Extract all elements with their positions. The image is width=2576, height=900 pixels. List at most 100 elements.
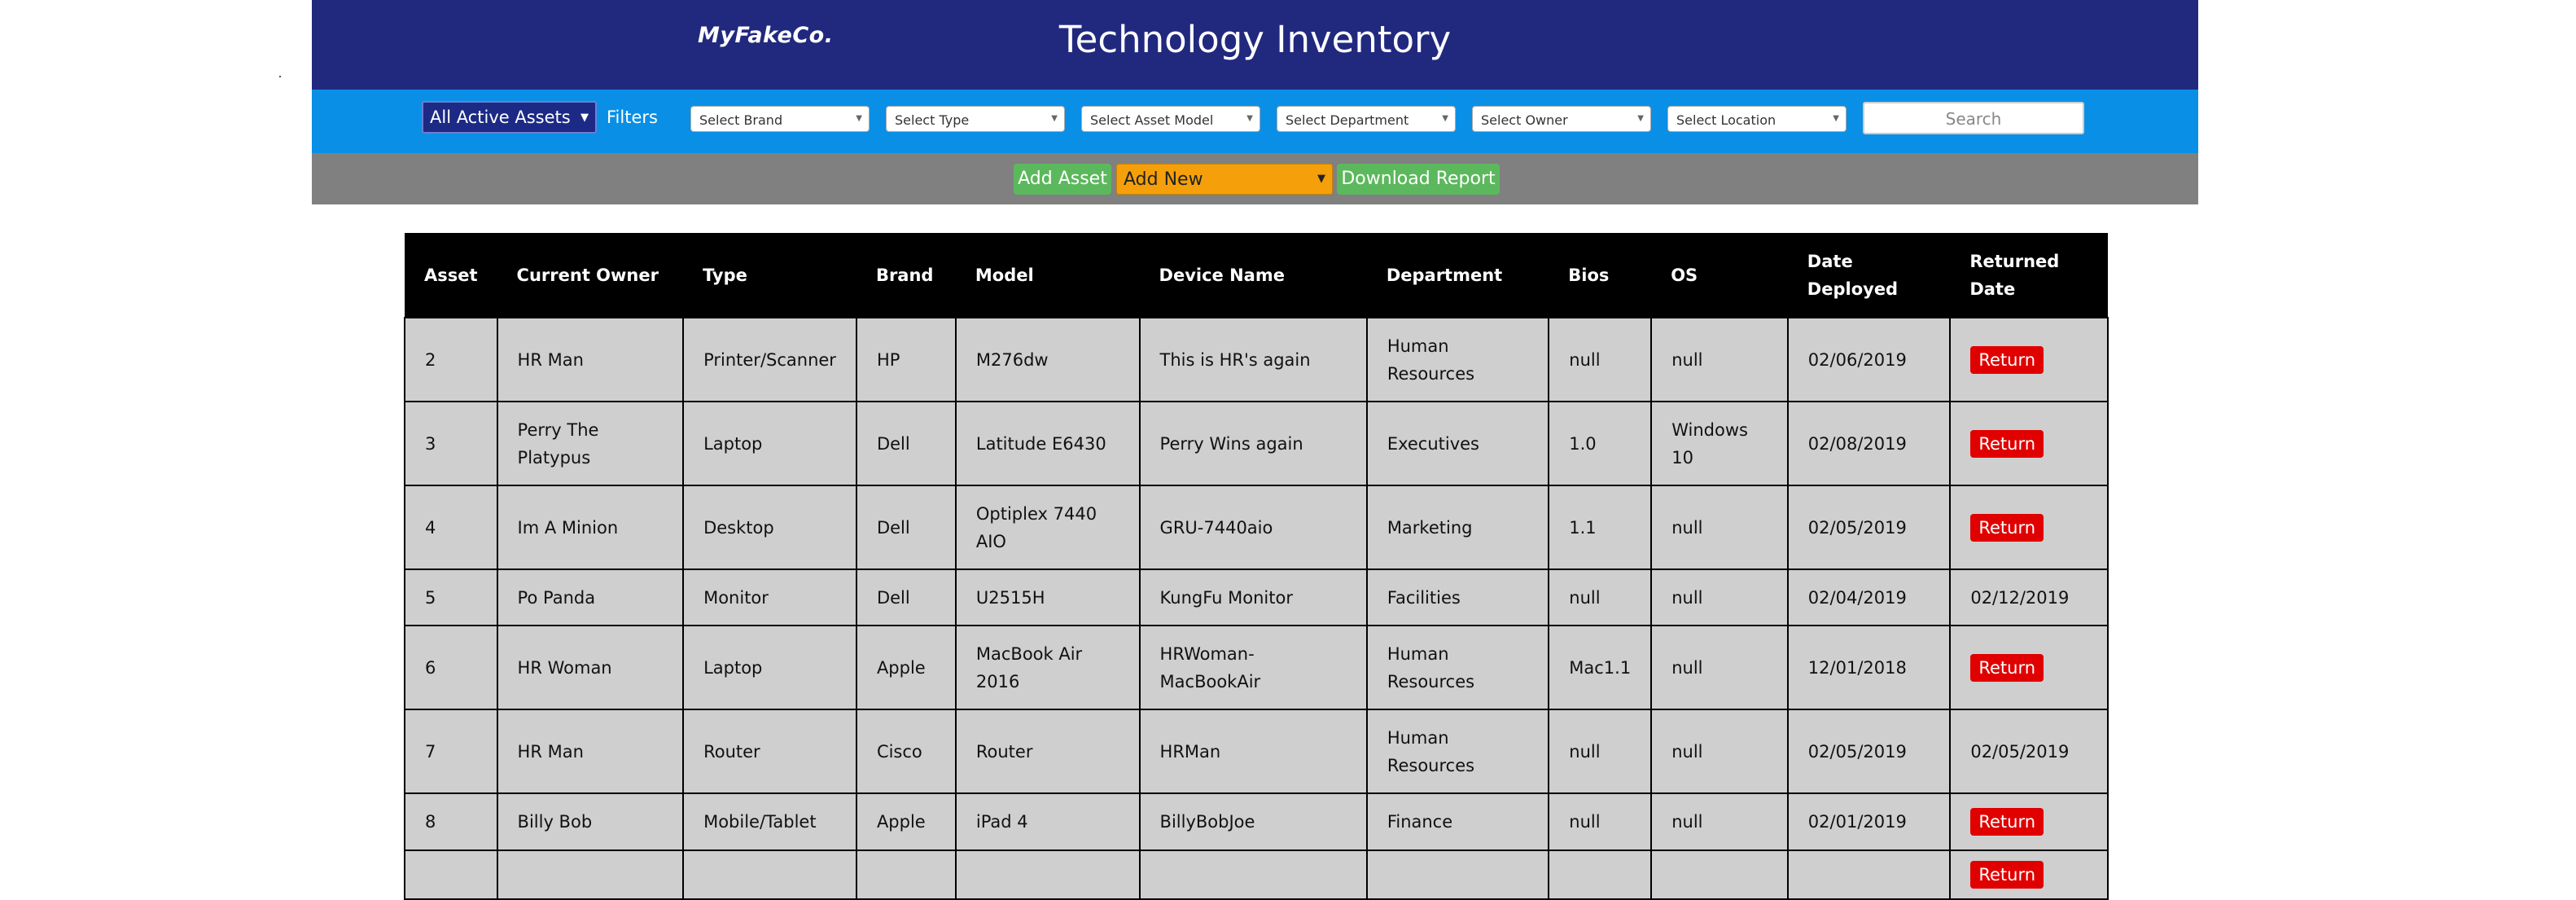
return-button[interactable]: Return <box>1970 808 2044 836</box>
action-bar: Add Asset Add New ▼ Download Report <box>312 153 2198 204</box>
cell-date-deployed: 02/01/2019 <box>1786 792 1952 851</box>
col-type: Type <box>683 233 856 318</box>
add-new-select[interactable]: Add New ▼ <box>1116 164 1333 195</box>
cell-returned-date: Return <box>1949 485 2109 570</box>
cell-brand: Apple <box>855 792 957 851</box>
type-select-value: Select Type <box>895 112 970 128</box>
cell-os: Windows 10 <box>1650 401 1789 486</box>
add-asset-button[interactable]: Add Asset <box>1014 164 1111 195</box>
asset-model-select[interactable]: Select Asset Model ▼ <box>1081 106 1260 132</box>
cell-date-deployed: 02/05/2019 <box>1786 485 1952 570</box>
cell-date-deployed: 02/04/2019 <box>1786 569 1952 626</box>
header: MyFakeCo. Technology Inventory <box>312 0 2198 90</box>
cell-type: Mobile/Tablet <box>682 792 857 851</box>
table-row: 8 Billy Bob Mobile/Tablet Apple iPad 4 BillyB… <box>404 792 2109 851</box>
cell-brand <box>855 850 957 900</box>
cell-device-name: HRMan <box>1138 709 1368 794</box>
cell-brand: Apple <box>855 625 957 710</box>
cell-owner: Im A Minion <box>496 485 685 570</box>
page: MyFakeCo. Technology Inventory All Activ… <box>312 0 2198 204</box>
cell-asset: 3 <box>404 401 498 486</box>
cell-owner: HR Man <box>496 317 685 402</box>
col-bios: Bios <box>1549 233 1652 318</box>
cell-returned-date: Return <box>1949 401 2109 486</box>
cell-brand: Dell <box>855 401 957 486</box>
filters-label: Filters <box>607 108 658 127</box>
brand-select-value: Select Brand <box>699 112 783 128</box>
cell-bios: 1.1 <box>1548 485 1653 570</box>
cell-department: Human Resources <box>1365 317 1550 402</box>
cell-returned-date: Return <box>1949 625 2109 710</box>
col-date-deployed: Date Deployed <box>1787 233 1951 318</box>
cell-model: iPad 4 <box>954 792 1141 851</box>
cell-date-deployed <box>1786 850 1952 900</box>
cell-bios: null <box>1548 569 1653 626</box>
cell-owner: Perry The Platypus <box>496 401 685 486</box>
cell-type: Router <box>682 709 857 794</box>
location-select-value: Select Location <box>1676 112 1776 128</box>
cell-os: null <box>1650 485 1789 570</box>
cell-owner: Billy Bob <box>496 792 685 851</box>
search-input[interactable]: Search <box>1863 102 2084 134</box>
cell-os: null <box>1650 792 1789 851</box>
cell-asset: 2 <box>404 317 498 402</box>
cell-model: M276dw <box>954 317 1141 402</box>
table-row: 6 HR Woman Laptop Apple MacBook Air 2016 HRWo… <box>404 625 2109 710</box>
col-current-owner: Current Owner <box>497 233 684 318</box>
page-title: Technology Inventory <box>1058 18 1452 61</box>
cell-department: Executives <box>1365 401 1550 486</box>
cell-model: Router <box>954 709 1141 794</box>
brand-select[interactable]: Select Brand ▼ <box>690 106 870 132</box>
add-new-value: Add New <box>1124 169 1203 190</box>
cell-returned-date: 02/05/2019 <box>1949 709 2109 794</box>
col-model: Model <box>955 233 1140 318</box>
cell-model: MacBook Air 2016 <box>954 625 1141 710</box>
cell-bios: null <box>1548 792 1653 851</box>
col-brand: Brand <box>856 233 956 318</box>
cell-bios: Mac1.1 <box>1548 625 1653 710</box>
table-header: Asset Current Owner Type Brand Model Dev… <box>405 233 2108 318</box>
cell-asset: 7 <box>404 709 498 794</box>
cell-type: Desktop <box>682 485 857 570</box>
cell-model: Latitude E6430 <box>954 401 1141 486</box>
cell-department: Facilities <box>1365 569 1550 626</box>
col-os: OS <box>1651 233 1788 318</box>
chevron-down-icon: ▼ <box>1833 114 1839 123</box>
owner-select[interactable]: Select Owner ▼ <box>1472 106 1651 132</box>
cell-brand: Cisco <box>855 709 957 794</box>
chevron-down-icon: ▼ <box>1317 173 1325 185</box>
cell-type: Laptop <box>682 401 857 486</box>
type-select[interactable]: Select Type ▼ <box>886 106 1065 132</box>
return-button[interactable]: Return <box>1970 429 2044 458</box>
col-device-name: Device Name <box>1139 233 1367 318</box>
col-returned-date: Returned Date <box>1950 233 2108 318</box>
asset-scope-select[interactable]: All Active Assets ▼ <box>422 101 597 134</box>
cell-owner: Po Panda <box>496 569 685 626</box>
inventory-table: Asset Current Owner Type Brand Model Dev… <box>404 233 2109 900</box>
cell-bios <box>1548 850 1653 900</box>
cell-os: null <box>1650 317 1789 402</box>
return-button[interactable]: Return <box>1970 513 2044 542</box>
cell-department <box>1365 850 1550 900</box>
department-select[interactable]: Select Department ▼ <box>1277 106 1456 132</box>
department-select-value: Select Department <box>1286 112 1409 128</box>
cell-type: Monitor <box>682 569 857 626</box>
cell-os <box>1650 850 1789 900</box>
return-button[interactable]: Return <box>1970 653 2044 682</box>
cell-brand: Dell <box>855 569 957 626</box>
header-row: Asset Current Owner Type Brand Model Dev… <box>405 233 2108 318</box>
cell-model: U2515H <box>954 569 1141 626</box>
cell-asset: 4 <box>404 485 498 570</box>
chevron-down-icon: ▼ <box>1246 114 1253 123</box>
location-select[interactable]: Select Location ▼ <box>1667 106 1847 132</box>
chevron-down-icon: ▼ <box>1442 114 1448 123</box>
col-asset: Asset <box>405 233 497 318</box>
cell-returned-date: Return <box>1949 850 2109 900</box>
cell-device-name: BillyBobJoe <box>1138 792 1368 851</box>
cell-returned-date: Return <box>1949 792 2109 851</box>
return-button[interactable]: Return <box>1970 345 2044 374</box>
download-report-button[interactable]: Download Report <box>1337 164 1500 195</box>
cell-date-deployed: 12/01/2018 <box>1786 625 1952 710</box>
cell-os: null <box>1650 709 1789 794</box>
return-button[interactable]: Return <box>1970 861 2044 889</box>
